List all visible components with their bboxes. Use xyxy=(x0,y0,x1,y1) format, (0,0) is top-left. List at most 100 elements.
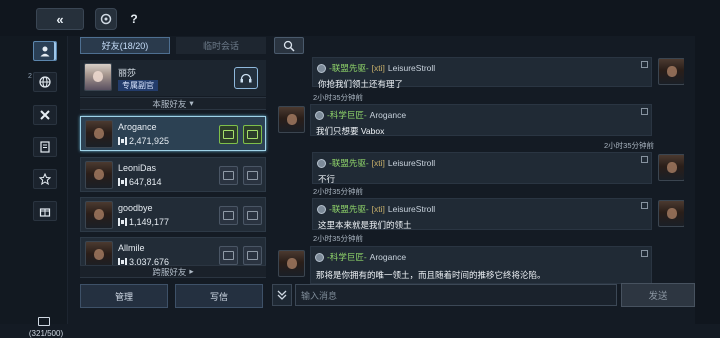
gift-box-icon xyxy=(223,211,234,220)
help-button[interactable]: ? xyxy=(124,8,144,30)
chat-message: -科学巨匠- Arogance 我们只想要 Vabox 2小时35分钟前 xyxy=(272,104,684,150)
sidebar-item-notes[interactable] xyxy=(33,137,57,157)
friend-item[interactable]: Arogance 2,471,925 xyxy=(80,116,266,151)
envelope-icon xyxy=(247,171,258,180)
alliance-shield-icon xyxy=(317,158,326,168)
gift-button[interactable] xyxy=(219,246,238,265)
alliance-shield-icon xyxy=(315,252,324,262)
alliance-tag: [xti] xyxy=(371,158,385,168)
message-header: -科学巨匠- Arogance xyxy=(315,251,406,263)
gift-button[interactable] xyxy=(219,125,238,144)
top-bar: « ? xyxy=(0,0,720,36)
avatar xyxy=(85,161,113,189)
sidebar-item-gifts[interactable] xyxy=(33,201,57,221)
friend-item[interactable]: LeoniDas 647,814 xyxy=(80,157,266,192)
message-text: 这里本来就是我们的领土 xyxy=(318,220,412,230)
friend-name: goodbye xyxy=(118,203,153,213)
message-bubble: -联盟先驱- [xti] LeisureStroll 这里本来就是我们的领土 xyxy=(312,198,652,230)
alliance-name: -科学巨匠- xyxy=(327,252,367,262)
report-icon[interactable] xyxy=(641,61,648,68)
message-header: -联盟先驱- [xti] LeisureStroll xyxy=(317,203,435,215)
back-button[interactable]: « xyxy=(36,8,84,30)
sender-name: LeisureStroll xyxy=(387,204,436,214)
mail-count: (321/500) xyxy=(28,329,64,338)
power-value: 2,471,925 xyxy=(129,136,170,146)
message-time: 2小时35分钟前 xyxy=(604,141,655,150)
envelope-icon xyxy=(247,130,258,139)
section-label: 跨服好友 xyxy=(152,266,187,277)
friend-item[interactable]: Allmile 3,037,676 xyxy=(80,237,266,267)
right-edge xyxy=(695,36,720,324)
alliance-name: -联盟先驱- xyxy=(329,63,369,73)
sender-name: LeisureStroll xyxy=(387,158,436,168)
gift-button[interactable] xyxy=(219,166,238,185)
power-value: 647,814 xyxy=(129,177,162,187)
triangle-right-icon: ▸ xyxy=(189,266,194,276)
mail-button[interactable] xyxy=(243,206,262,225)
message-header: -联盟先驱- [xti] LeisureStroll xyxy=(317,157,435,169)
headset-button[interactable] xyxy=(234,67,258,89)
power-value: 1,149,177 xyxy=(129,217,170,227)
refresh-button[interactable] xyxy=(95,8,117,30)
power-icon xyxy=(118,137,127,145)
mail-button[interactable] xyxy=(243,125,262,144)
avatar[interactable] xyxy=(658,58,684,85)
refresh-icon xyxy=(100,13,112,25)
search-icon xyxy=(283,40,295,52)
section-server-friends[interactable]: 本服好友 ▾ xyxy=(80,97,266,110)
friend-list: 丽莎 专属副官 本服好友 ▾ Arogance 2,471,925 LeoniD… xyxy=(78,56,268,282)
message-input[interactable]: 输入消息 xyxy=(295,284,617,306)
power-icon xyxy=(118,178,127,186)
section-cross-server-friends[interactable]: 跨服好友 ▸ xyxy=(80,265,266,278)
send-button[interactable]: 发送 xyxy=(621,283,695,307)
envelope-icon xyxy=(247,251,258,260)
chat-message: -联盟先驱- [xti] LeisureStroll 不行 2小时35分钟前 xyxy=(272,152,684,197)
manage-button[interactable]: 管理 xyxy=(80,284,168,308)
search-button[interactable] xyxy=(274,37,304,54)
power-icon xyxy=(118,218,127,226)
sidebar-item-friends[interactable] xyxy=(33,41,57,61)
section-label: 本服好友 xyxy=(152,98,187,109)
alliance-shield-icon xyxy=(315,110,324,120)
avatar[interactable] xyxy=(658,200,684,227)
avatar[interactable] xyxy=(278,106,305,133)
report-icon[interactable] xyxy=(641,202,648,209)
chat-message: -联盟先驱- [xti] LeisureStroll 这里本来就是我们的领土 2小时… xyxy=(272,198,684,244)
avatar xyxy=(85,201,113,229)
friend-name: Allmile xyxy=(118,243,145,253)
sender-name: Arogance xyxy=(369,110,407,120)
alliance-shield-icon xyxy=(317,63,326,73)
message-bubble: -联盟先驱- [xti] LeisureStroll 不行 xyxy=(312,152,652,184)
message-text: 你抢我们领土还有理了 xyxy=(318,79,404,89)
sidebar-item-favorites[interactable] xyxy=(33,169,57,189)
alliance-tag: [xti] xyxy=(371,204,385,214)
friend-name: LeoniDas xyxy=(118,163,157,173)
tab-temp-chat[interactable]: 临时会话 xyxy=(176,37,266,54)
avatar[interactable] xyxy=(278,250,305,277)
avatar[interactable] xyxy=(658,154,684,181)
message-text: 那将是你拥有的唯一领土，而且随着时间的推移它终将沦陷。 xyxy=(316,270,546,280)
message-time: 2小时35分钟前 xyxy=(313,234,364,243)
star-icon xyxy=(39,173,51,185)
report-icon[interactable] xyxy=(641,156,648,163)
gift-button[interactable] xyxy=(219,206,238,225)
own-profile-card[interactable]: 丽莎 专属副官 xyxy=(80,60,266,96)
message-bubble: -科学巨匠- Arogance 我们只想要 Vabox xyxy=(310,104,652,136)
tab-friends[interactable]: 好友(18/20) xyxy=(80,37,170,54)
report-icon[interactable] xyxy=(641,250,648,257)
profile-title-badge: 专属副官 xyxy=(118,80,158,91)
message-bubble: -联盟先驱- [xti] LeisureStroll 你抢我们领土还有理了 xyxy=(312,57,652,89)
gift-box-icon xyxy=(223,171,234,180)
report-icon[interactable] xyxy=(641,108,648,115)
chat-message: -联盟先驱- [xti] LeisureStroll 你抢我们领土还有理了 2小时3… xyxy=(272,56,684,102)
friend-item[interactable]: goodbye 1,149,177 xyxy=(80,197,266,232)
sidebar-item-alliance[interactable] xyxy=(33,105,57,125)
alliance-name: -科学巨匠- xyxy=(327,110,367,120)
sidebar: (321/500) xyxy=(0,36,68,338)
sidebar-item-world[interactable] xyxy=(33,72,57,92)
expand-button[interactable] xyxy=(272,284,292,306)
write-letter-button[interactable]: 写信 xyxy=(175,284,263,308)
mail-button[interactable] xyxy=(243,166,262,185)
mail-icon[interactable] xyxy=(38,317,50,326)
mail-button[interactable] xyxy=(243,246,262,265)
